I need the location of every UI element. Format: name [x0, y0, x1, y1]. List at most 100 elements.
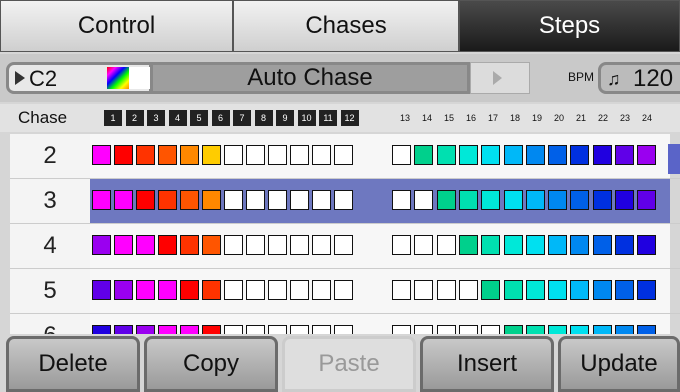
color-step-cell[interactable]	[414, 280, 434, 300]
color-step-cell[interactable]	[458, 280, 478, 300]
color-step-cell[interactable]	[525, 280, 545, 300]
color-step-cell[interactable]	[548, 325, 568, 334]
chase-selector[interactable]: C2	[6, 62, 152, 94]
color-step-cell[interactable]	[392, 190, 411, 210]
color-step-cell[interactable]	[436, 190, 456, 210]
color-step-cell[interactable]	[414, 325, 434, 334]
color-step-cell[interactable]	[570, 325, 590, 334]
color-step-cell[interactable]	[414, 145, 434, 165]
update-button[interactable]: Update	[558, 336, 680, 392]
color-step-cell[interactable]	[481, 280, 501, 300]
tab-chases[interactable]: Chases	[233, 0, 459, 52]
color-step-cell[interactable]	[436, 280, 456, 300]
color-step-cell[interactable]	[158, 145, 177, 165]
color-step-cell[interactable]	[202, 235, 221, 255]
color-step-cell[interactable]	[136, 145, 155, 165]
color-step-cell[interactable]	[202, 325, 221, 334]
color-step-cell[interactable]	[268, 235, 287, 255]
color-step-cell[interactable]	[290, 190, 309, 210]
color-step-cell[interactable]	[92, 280, 111, 300]
color-step-cell[interactable]	[637, 145, 657, 165]
color-step-cell[interactable]	[503, 325, 523, 334]
color-step-cell[interactable]	[114, 145, 133, 165]
color-step-cell[interactable]	[290, 325, 309, 334]
color-step-cell[interactable]	[334, 235, 353, 255]
color-step-cell[interactable]	[224, 325, 243, 334]
color-step-cell[interactable]	[290, 145, 309, 165]
step-row[interactable]: 6	[10, 314, 680, 334]
color-step-cell[interactable]	[246, 280, 265, 300]
color-step-cell[interactable]	[224, 235, 243, 255]
color-step-cell[interactable]	[503, 190, 523, 210]
color-step-cell[interactable]	[334, 325, 353, 334]
color-step-cell[interactable]	[136, 280, 155, 300]
color-step-cell[interactable]	[637, 280, 657, 300]
step-row[interactable]: 2	[10, 134, 680, 179]
step-row[interactable]: 3	[10, 179, 680, 224]
color-step-cell[interactable]	[525, 235, 545, 255]
insert-button[interactable]: Insert	[420, 336, 554, 392]
color-step-cell[interactable]	[246, 325, 265, 334]
color-step-cell[interactable]	[202, 280, 221, 300]
color-step-cell[interactable]	[570, 280, 590, 300]
color-step-cell[interactable]	[637, 235, 657, 255]
color-step-cell[interactable]	[202, 190, 221, 210]
color-step-cell[interactable]	[312, 280, 331, 300]
tab-steps[interactable]: Steps	[459, 0, 680, 52]
color-step-cell[interactable]	[114, 190, 133, 210]
chase-name-field[interactable]: Auto Chase	[150, 62, 470, 94]
step-row[interactable]: 4	[10, 224, 680, 269]
color-step-cell[interactable]	[392, 145, 411, 165]
color-step-cell[interactable]	[334, 145, 353, 165]
color-step-cell[interactable]	[312, 190, 331, 210]
color-step-cell[interactable]	[637, 325, 657, 334]
color-step-cell[interactable]	[436, 145, 456, 165]
color-step-cell[interactable]	[548, 145, 568, 165]
color-step-cell[interactable]	[114, 280, 133, 300]
color-step-cell[interactable]	[268, 325, 287, 334]
color-step-cell[interactable]	[615, 280, 634, 300]
color-step-cell[interactable]	[392, 325, 411, 334]
color-step-cell[interactable]	[570, 145, 590, 165]
bpm-field[interactable]: ♫ 120	[598, 62, 680, 94]
copy-button[interactable]: Copy	[144, 336, 278, 392]
color-step-cell[interactable]	[136, 190, 155, 210]
color-step-cell[interactable]	[548, 190, 568, 210]
color-step-cell[interactable]	[615, 325, 634, 334]
color-step-cell[interactable]	[503, 235, 523, 255]
color-step-cell[interactable]	[180, 325, 199, 334]
color-step-cell[interactable]	[224, 280, 243, 300]
step-row[interactable]: 5	[10, 269, 680, 314]
color-step-cell[interactable]	[503, 280, 523, 300]
color-step-cell[interactable]	[615, 235, 634, 255]
color-step-cell[interactable]	[458, 190, 478, 210]
color-step-cell[interactable]	[525, 190, 545, 210]
color-step-cell[interactable]	[570, 190, 590, 210]
color-step-cell[interactable]	[481, 190, 501, 210]
color-step-cell[interactable]	[158, 235, 177, 255]
color-step-cell[interactable]	[525, 145, 545, 165]
color-step-cell[interactable]	[458, 235, 478, 255]
color-step-cell[interactable]	[570, 235, 590, 255]
color-step-cell[interactable]	[268, 190, 287, 210]
color-step-cell[interactable]	[158, 325, 177, 334]
color-step-cell[interactable]	[525, 325, 545, 334]
next-chase-button[interactable]	[470, 62, 530, 94]
color-step-cell[interactable]	[458, 325, 478, 334]
scrollbar-thumb[interactable]	[668, 144, 680, 174]
color-step-cell[interactable]	[246, 190, 265, 210]
color-step-cell[interactable]	[392, 280, 411, 300]
color-step-cell[interactable]	[592, 190, 612, 210]
color-step-cell[interactable]	[592, 235, 612, 255]
color-step-cell[interactable]	[458, 145, 478, 165]
color-step-cell[interactable]	[392, 235, 411, 255]
color-step-cell[interactable]	[268, 280, 287, 300]
paste-button[interactable]: Paste	[282, 336, 416, 392]
color-step-cell[interactable]	[246, 235, 265, 255]
color-step-cell[interactable]	[180, 235, 199, 255]
color-step-cell[interactable]	[92, 325, 111, 334]
color-step-cell[interactable]	[334, 280, 353, 300]
color-step-cell[interactable]	[224, 145, 243, 165]
color-step-cell[interactable]	[481, 145, 501, 165]
color-step-cell[interactable]	[637, 190, 657, 210]
